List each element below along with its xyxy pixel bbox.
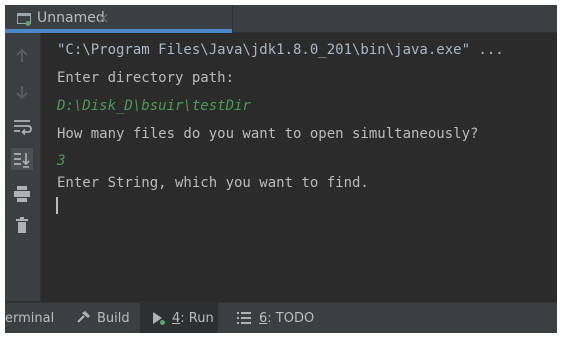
- tab-close-button[interactable]: ×: [97, 9, 110, 27]
- tab-build-label: Build: [97, 311, 130, 326]
- console-line-prompt-string: Enter String, which you want to find.: [57, 175, 369, 191]
- list-icon: [237, 312, 251, 328]
- tab-unnamed[interactable]: Unnamed ×: [5, 5, 233, 33]
- console-toolbar: [5, 33, 41, 301]
- text-caret: [56, 197, 58, 214]
- tab-todo-label: 6: TODO: [259, 311, 314, 326]
- tab-build[interactable]: Build: [67, 303, 137, 333]
- trash-icon[interactable]: [11, 215, 33, 237]
- soft-wrap-icon[interactable]: [11, 115, 33, 137]
- console-line-input-directory: D:\Disk_D\bsuir\testDir: [57, 98, 251, 114]
- tab-run-text: : Run: [180, 311, 214, 326]
- run-icon: [150, 310, 166, 330]
- up-arrow-icon[interactable]: [11, 45, 33, 67]
- tab-bar: Unnamed ×: [5, 5, 557, 33]
- console-line-command: "C:\Program Files\Java\jdk1.8.0_201\bin\…: [57, 42, 504, 58]
- tab-todo-text: : TODO: [267, 311, 315, 326]
- run-tool-window: Unnamed × "C:\Program Files\Java\jdk1.8.…: [5, 5, 557, 333]
- down-arrow-icon[interactable]: [11, 81, 33, 103]
- hammer-icon: [75, 310, 91, 330]
- tab-terminal-label: erminal: [5, 311, 55, 326]
- print-icon[interactable]: [11, 183, 33, 205]
- bottom-tool-bar: erminal Build 4: Run 6: TODO: [5, 302, 557, 333]
- console-line-prompt-directory: Enter directory path:: [57, 70, 235, 86]
- tab-run[interactable]: 4: Run: [140, 303, 218, 333]
- tab-title: Unnamed: [37, 10, 105, 26]
- console-output[interactable]: "C:\Program Files\Java\jdk1.8.0_201\bin\…: [41, 33, 557, 301]
- console-line-input-files: 3: [57, 153, 66, 169]
- run-console-icon: [17, 11, 31, 26]
- tab-todo[interactable]: 6: TODO: [227, 303, 314, 333]
- tab-run-label: 4: Run: [172, 311, 214, 326]
- console-line-prompt-files: How many files do you want to open simul…: [57, 126, 479, 142]
- scroll-to-end-icon[interactable]: [11, 148, 33, 170]
- tab-terminal[interactable]: erminal: [5, 303, 63, 333]
